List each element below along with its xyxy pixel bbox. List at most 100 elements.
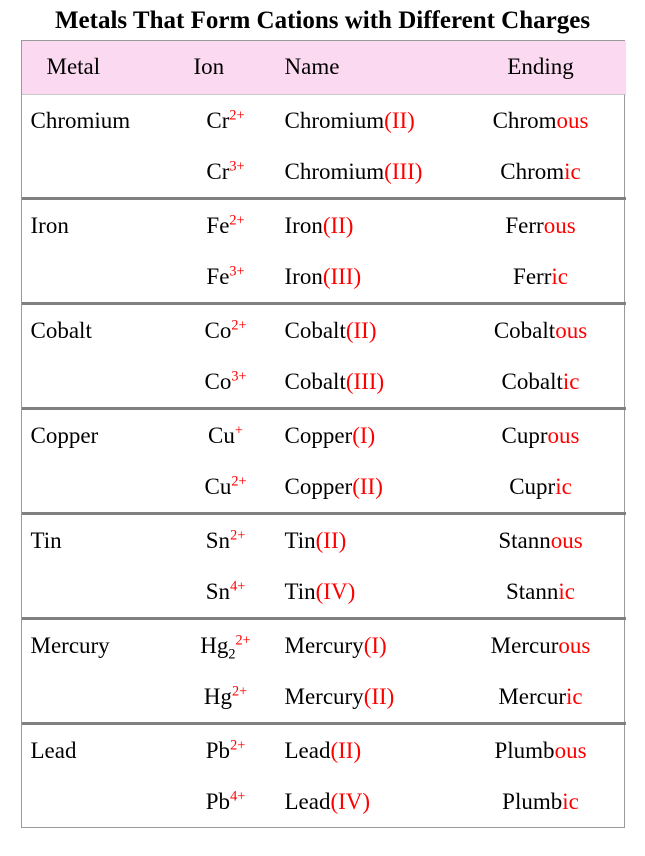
ion-formula: Cu+: [208, 423, 243, 448]
cell-ion: Fe2+: [189, 197, 276, 251]
column-header-ion: Ion: [193, 54, 225, 79]
ending-suffix: ous: [555, 318, 588, 343]
table-row: Hg2+ Mercury(II) Mercuric: [22, 671, 626, 724]
cell-ending: Mercuric: [456, 671, 626, 724]
ending-suffix: ous: [558, 633, 591, 658]
cell-metal: Chromium: [21, 94, 190, 146]
ion-charge: 3+: [229, 263, 245, 280]
ion-formula: Sn2+: [206, 528, 245, 553]
ion-symbol: Sn: [205, 528, 231, 553]
cell-metal: [22, 461, 190, 514]
cation-table: Metal Ion Name Ending Chromium Cr2+ Chromi…: [21, 41, 626, 828]
cell-ion: Cr3+: [190, 146, 276, 199]
cell-name: Mercury(II): [276, 671, 456, 724]
ion-formula: Fe3+: [206, 264, 244, 289]
ending-stem: Ferr: [505, 213, 544, 238]
table-row: Lead Pb2+ Lead(II) Plumbous: [21, 722, 626, 776]
cell-ion: Hg22+: [189, 617, 276, 671]
ion-formula: Hg22+: [200, 632, 251, 662]
name-roman-numeral: (III): [322, 264, 362, 289]
name-base: Copper: [284, 474, 353, 499]
name-base: Mercury: [284, 633, 364, 658]
name-roman-numeral: (II): [330, 738, 362, 763]
ion-symbol: Fe: [206, 264, 230, 289]
ion-formula: Hg2+: [204, 684, 247, 709]
ending-suffix: ic: [562, 369, 580, 394]
table-row: Cobalt Co2+ Cobalt(II) Cobaltous: [21, 302, 626, 356]
ending-suffix: ous: [547, 423, 580, 448]
ion-symbol: Pb: [205, 738, 231, 763]
ion-symbol: Hg: [200, 633, 229, 658]
cell-ion: Pb2+: [189, 722, 276, 776]
cell-ending: Stannic: [456, 566, 626, 619]
table-row: Tin Sn2+ Tin(II) Stannous: [21, 512, 626, 566]
table-body: Chromium Cr2+ Chromium(II) Chromous Cr3+ Chro…: [21, 94, 626, 828]
ending-suffix: ic: [551, 264, 568, 289]
table-row: Co3+ Cobalt (III) Cobaltic: [22, 356, 626, 409]
cell-metal: [22, 566, 190, 619]
ion-charge: 2+: [231, 317, 247, 334]
ion-subscript: 2: [228, 646, 236, 663]
cell-ending: Chromous: [455, 94, 626, 146]
cell-name: Iron(II): [275, 197, 456, 251]
cell-ion: Cu2+: [190, 461, 276, 514]
ending-suffix: ous: [543, 213, 576, 238]
cell-metal: Lead: [21, 722, 190, 776]
ion-charge: 4+: [230, 578, 246, 595]
cell-name: Copper(I): [275, 407, 456, 461]
cell-ion: Sn4+: [190, 566, 276, 619]
ending-stem: Plumb: [502, 789, 563, 814]
cell-ending: Chromic: [456, 146, 626, 199]
cell-ion: Co3+: [190, 356, 276, 409]
name-roman-numeral: (I): [352, 423, 376, 448]
cell-metal: Mercury: [21, 617, 190, 671]
ion-symbol: Co: [204, 318, 232, 343]
ion-charge: 2+: [229, 212, 245, 229]
name-base: Iron: [284, 264, 323, 289]
name-roman-numeral: (IV): [330, 789, 371, 814]
ion-charge: 3+: [231, 368, 247, 385]
ending-stem: Cobalt: [501, 369, 563, 394]
name-base: Iron: [284, 213, 323, 238]
cell-ending: Cobaltic: [456, 356, 626, 409]
ending-stem: Stann: [498, 528, 551, 553]
ion-formula: Pb4+: [206, 789, 245, 814]
ion-charge: +: [234, 422, 243, 439]
ending-stem: Ferr: [513, 264, 552, 289]
name-roman-numeral: (II): [363, 684, 395, 709]
ion-charge: 2+: [231, 473, 247, 490]
table-row: Fe3+ Iron(III) Ferric: [22, 251, 626, 304]
cell-metal: Iron: [21, 197, 190, 251]
table-header: Metal Ion Name Ending: [21, 41, 626, 95]
cell-ending: Plumbous: [455, 722, 626, 776]
cell-name: Lead(IV): [276, 776, 456, 827]
ending-suffix: ic: [564, 159, 581, 184]
ending-stem: Mercur: [498, 684, 567, 709]
cell-ion: Co2+: [189, 302, 276, 356]
name-roman-numeral: (II): [352, 474, 383, 499]
table-header-row: Metal Ion Name Ending: [21, 41, 626, 95]
ion-symbol: Cr: [206, 108, 230, 133]
cell-ending: Cuprous: [455, 407, 626, 461]
ion-formula: Sn4+: [206, 579, 245, 604]
cell-metal: Tin: [21, 512, 190, 566]
ending-stem: Plumb: [494, 738, 555, 763]
ion-symbol: Cu: [204, 474, 232, 499]
table-row: Chromium Cr2+ Chromium(II) Chromous: [21, 94, 626, 146]
table-row: Cr3+ Chromium(III) Chromic: [22, 146, 626, 199]
cell-ending: Cupric: [456, 461, 626, 514]
cell-metal: [22, 776, 190, 827]
ending-suffix: ic: [558, 579, 575, 604]
table-row: Pb4+ Lead(IV) Plumbic: [22, 776, 626, 827]
ion-symbol: Cu: [208, 423, 235, 448]
cell-ending: Mercurous: [455, 617, 626, 671]
cell-ion: Cr2+: [189, 94, 276, 146]
cell-ion: Pb4+: [190, 776, 276, 827]
table-row: Cu2+ Copper(II) Cupric: [22, 461, 626, 514]
name-roman-numeral: (III): [345, 369, 385, 394]
ending-suffix: ic: [555, 474, 572, 499]
column-header-name: Name: [284, 54, 340, 79]
ion-charge: 2+: [235, 632, 251, 649]
name-roman-numeral: (IV): [315, 579, 356, 604]
ion-charge: 4+: [230, 788, 246, 805]
